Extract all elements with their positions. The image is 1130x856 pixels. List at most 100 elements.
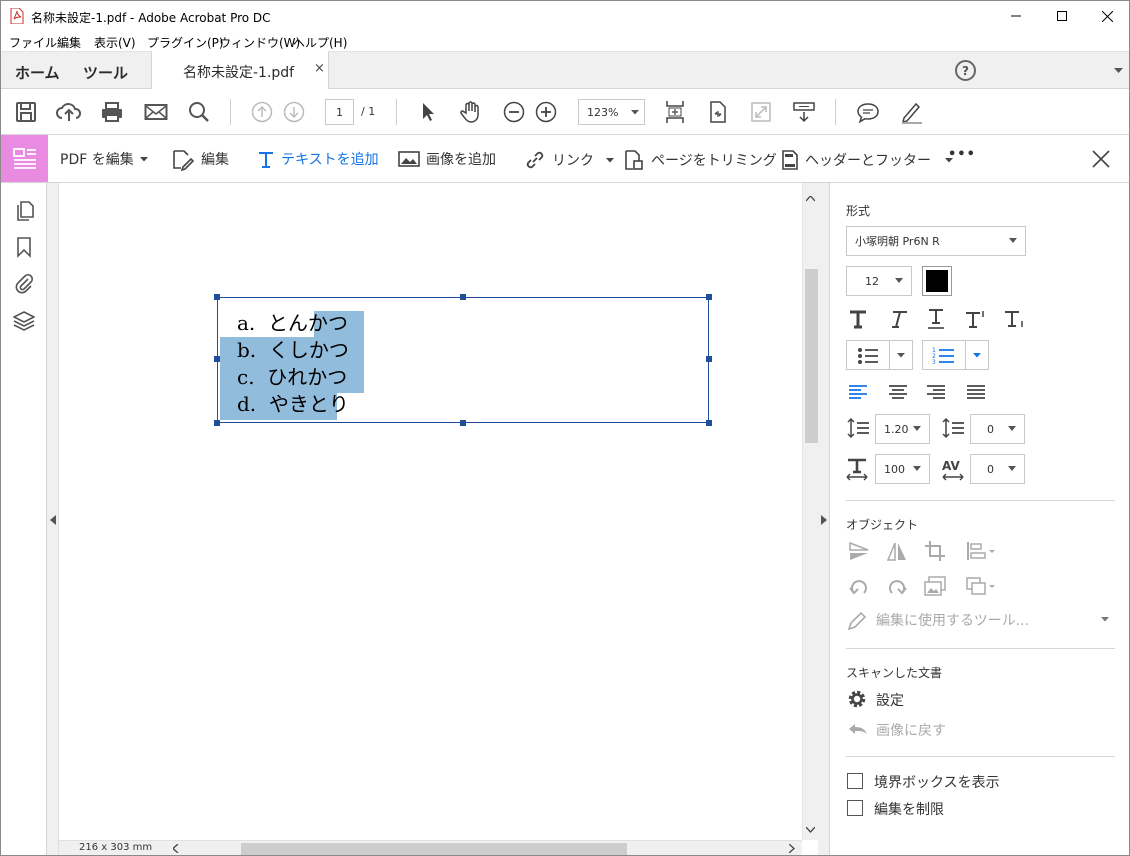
bullet-list-dropdown[interactable]	[846, 340, 913, 370]
horizontal-scroll-thumb[interactable]	[241, 843, 627, 855]
superscript-button[interactable]	[963, 306, 989, 332]
align-right-button[interactable]	[923, 379, 949, 405]
maximize-button[interactable]	[1039, 1, 1085, 31]
list-item[interactable]: d. やきとり	[237, 391, 349, 417]
zoom-in-button[interactable]	[533, 99, 559, 125]
arrange-objects-dropdown[interactable]	[963, 573, 999, 599]
list-item[interactable]: a. とんかつ	[237, 310, 348, 336]
restrict-editing-checkbox[interactable]	[847, 800, 863, 816]
rotate-right-button[interactable]	[884, 573, 910, 599]
resize-handle[interactable]	[214, 294, 220, 300]
format-panel: 形式 小塚明朝 Pr6N R 12 1 2 3 1.20 0 100 AV 0 …	[830, 183, 1129, 855]
page-thumbnails-button[interactable]	[12, 199, 36, 223]
menu-window[interactable]: ウィンドウ(W)	[219, 34, 300, 51]
scan-settings-button[interactable]: 設定	[846, 688, 996, 710]
comment-button[interactable]	[855, 99, 881, 125]
resize-handle[interactable]	[706, 294, 712, 300]
font-color-swatch[interactable]	[922, 266, 952, 296]
email-button[interactable]	[143, 99, 169, 125]
left-pane-collapse-bar[interactable]	[47, 183, 59, 855]
subscript-button[interactable]	[1002, 306, 1028, 332]
resize-handle[interactable]	[460, 420, 466, 426]
line-spacing-select[interactable]: 1.20	[875, 414, 930, 444]
menu-edit[interactable]: 編集	[57, 34, 81, 51]
rotate-left-button[interactable]	[846, 573, 872, 599]
header-footer-dropdown[interactable]: ヘッダーとフッター	[781, 149, 953, 171]
svg-text:AV: AV	[942, 459, 960, 473]
edit-button[interactable]: 編集	[171, 147, 229, 171]
full-screen-button[interactable]	[748, 99, 774, 125]
justify-button[interactable]	[963, 379, 989, 405]
resize-handle[interactable]	[214, 420, 220, 426]
close-edit-toolbar-button[interactable]	[1091, 149, 1111, 173]
close-window-button[interactable]	[1084, 1, 1129, 31]
bold-button[interactable]	[845, 306, 871, 332]
close-tab-icon[interactable]: ×	[314, 61, 325, 76]
search-button[interactable]	[186, 99, 212, 125]
horizontal-scrollbar[interactable]: 216 x 303 mm	[59, 840, 802, 855]
select-tool-button[interactable]	[415, 99, 441, 125]
edit-using-tool-dropdown[interactable]: 編集に使用するツール...	[846, 609, 1116, 631]
list-item[interactable]: b. くしかつ	[237, 337, 349, 363]
vertical-scrollbar[interactable]	[802, 183, 818, 840]
align-center-button[interactable]	[885, 379, 911, 405]
bookmarks-button[interactable]	[12, 235, 36, 259]
edit-pdf-tool-icon[interactable]	[1, 135, 48, 182]
italic-button[interactable]	[885, 306, 911, 332]
chevron-down-icon[interactable]	[1114, 68, 1123, 74]
sign-button[interactable]	[898, 99, 924, 125]
tab-document[interactable]: 名称未設定-1.pdf ×	[151, 51, 329, 89]
flip-vertical-button[interactable]	[846, 538, 872, 564]
align-objects-dropdown[interactable]	[963, 538, 999, 564]
next-page-button[interactable]	[281, 99, 307, 125]
horizontal-scale-select[interactable]: 100	[875, 454, 930, 484]
revert-to-image-button[interactable]: 画像に戻す	[846, 718, 996, 740]
help-icon[interactable]: ?	[955, 60, 976, 81]
upload-button[interactable]	[56, 99, 82, 125]
hand-tool-button[interactable]	[458, 99, 484, 125]
document-canvas[interactable]	[59, 183, 802, 840]
add-text-button[interactable]: テキストを追加	[257, 149, 379, 169]
more-tools-button[interactable]: •••	[948, 147, 976, 162]
resize-handle[interactable]	[706, 420, 712, 426]
crop-pages-button[interactable]: ページをトリミング	[623, 149, 777, 171]
attachments-button[interactable]	[12, 271, 36, 295]
add-image-button[interactable]: 画像を追加	[398, 149, 496, 169]
resize-handle[interactable]	[460, 294, 466, 300]
layers-button[interactable]	[12, 309, 36, 333]
scroll-mode-button[interactable]	[662, 99, 688, 125]
zoom-out-button[interactable]	[501, 99, 527, 125]
resize-handle[interactable]	[706, 356, 712, 362]
flip-horizontal-button[interactable]	[884, 538, 910, 564]
underline-button[interactable]	[923, 306, 949, 332]
zoom-select[interactable]: 123%	[578, 99, 645, 125]
minimize-button[interactable]	[993, 1, 1039, 31]
vertical-scroll-thumb[interactable]	[805, 269, 818, 443]
menu-file[interactable]: ファイル	[9, 34, 57, 51]
resize-handle[interactable]	[214, 356, 220, 362]
menu-plugin[interactable]: プラグイン(P)	[147, 34, 224, 51]
previous-page-button[interactable]	[249, 99, 275, 125]
tab-home[interactable]: ホーム	[15, 62, 60, 83]
menu-view[interactable]: 表示(V)	[94, 34, 136, 51]
print-button[interactable]	[99, 99, 125, 125]
replace-image-button[interactable]	[922, 573, 948, 599]
character-spacing-select[interactable]: 0	[970, 454, 1025, 484]
read-mode-button[interactable]	[791, 99, 817, 125]
show-bounding-box-checkbox[interactable]	[847, 773, 863, 789]
menu-help[interactable]: ヘルプ(H)	[293, 34, 347, 51]
font-size-select[interactable]: 12	[846, 266, 912, 296]
crop-image-button[interactable]	[922, 538, 948, 564]
numbered-list-dropdown[interactable]: 123	[922, 340, 989, 370]
save-button[interactable]	[13, 99, 39, 125]
align-left-button[interactable]	[845, 379, 871, 405]
right-pane-collapse-bar[interactable]	[818, 183, 830, 855]
paragraph-spacing-select[interactable]: 0	[970, 414, 1025, 444]
tab-tools[interactable]: ツール	[83, 62, 128, 83]
rotate-view-button[interactable]	[705, 99, 731, 125]
edit-pdf-dropdown[interactable]: PDF を編集	[60, 149, 148, 169]
font-family-select[interactable]: 小塚明朝 Pr6N R	[846, 226, 1026, 256]
link-dropdown[interactable]: リンク	[524, 149, 614, 171]
page-number-input[interactable]: 1	[325, 99, 354, 125]
list-item[interactable]: c. ひれかつ	[237, 364, 347, 390]
